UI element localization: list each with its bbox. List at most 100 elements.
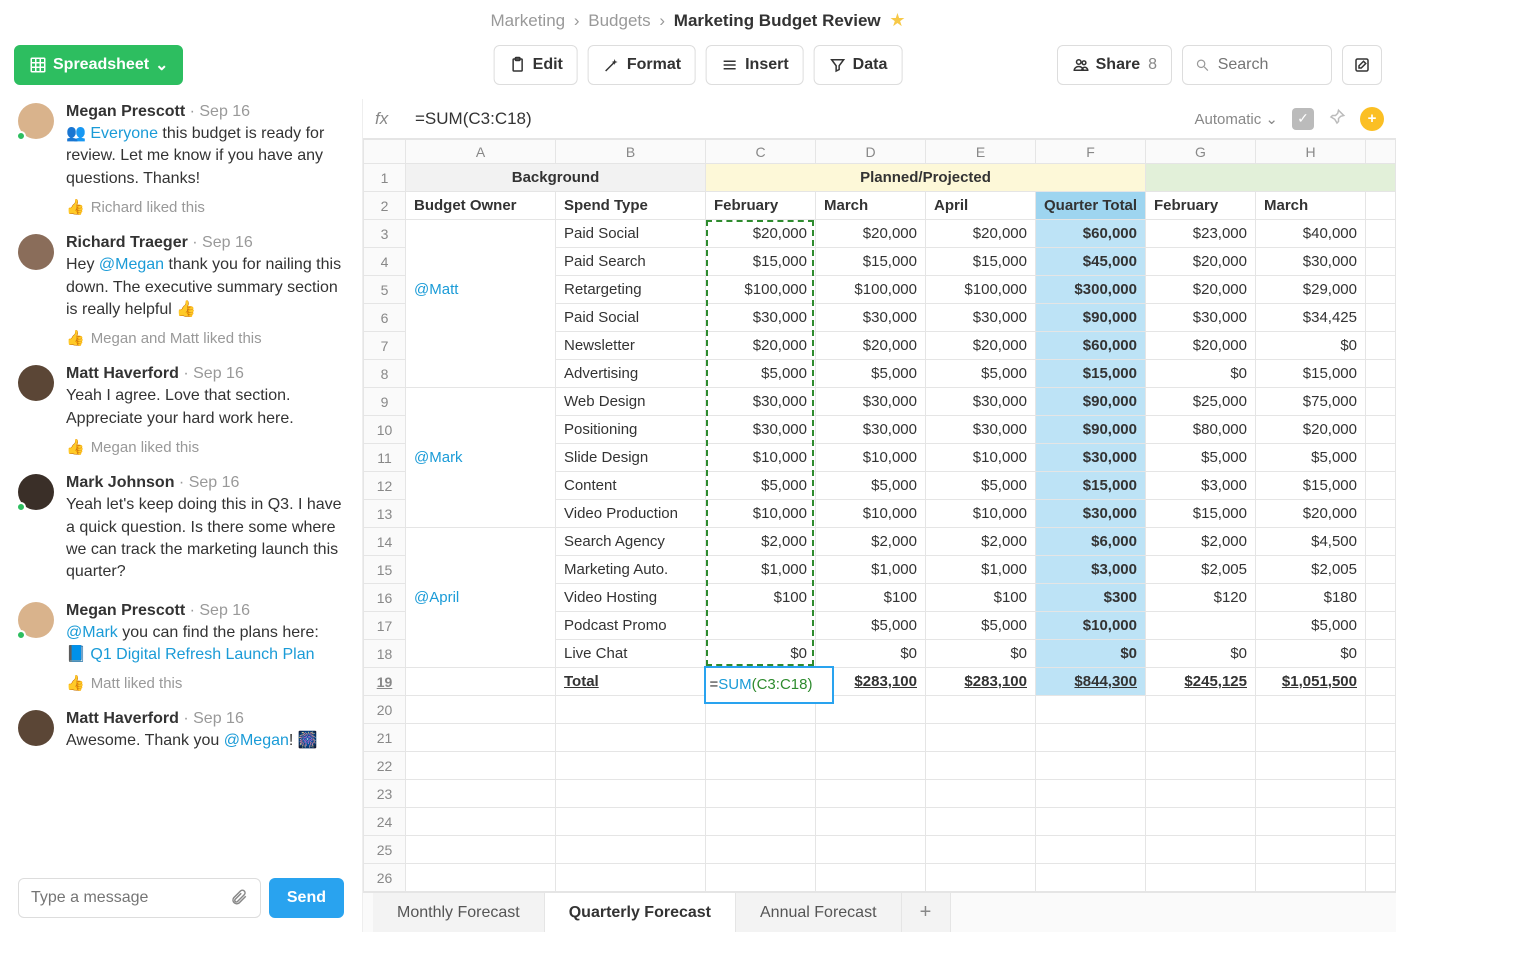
- cell[interactable]: [1366, 472, 1396, 500]
- cell[interactable]: [556, 864, 706, 892]
- cell[interactable]: [1256, 864, 1366, 892]
- cell[interactable]: [1036, 752, 1146, 780]
- spreadsheet-dropdown[interactable]: Spreadsheet ⌄: [14, 45, 183, 85]
- cell[interactable]: $2,005: [1146, 556, 1256, 584]
- cell[interactable]: $1,000: [816, 556, 926, 584]
- cell[interactable]: $10,000: [706, 500, 816, 528]
- cell[interactable]: [556, 696, 706, 724]
- cell[interactable]: $20,000: [706, 220, 816, 248]
- cell[interactable]: [1256, 752, 1366, 780]
- owner-cell[interactable]: [406, 472, 556, 500]
- cell[interactable]: $0: [1146, 360, 1256, 388]
- cell[interactable]: $20,000: [1146, 332, 1256, 360]
- quarter-total-cell[interactable]: $90,000: [1036, 388, 1146, 416]
- cell[interactable]: $0: [1256, 332, 1366, 360]
- tab-add[interactable]: +: [902, 893, 951, 932]
- cell[interactable]: [816, 752, 926, 780]
- owner-cell[interactable]: @Matt: [406, 276, 556, 304]
- column-subheader[interactable]: March: [816, 192, 926, 220]
- cell[interactable]: [706, 780, 816, 808]
- section-header[interactable]: Planned/Projected: [706, 164, 1146, 192]
- cell[interactable]: [1256, 780, 1366, 808]
- owner-cell[interactable]: [406, 500, 556, 528]
- col-header[interactable]: F: [1036, 140, 1146, 164]
- likes-line[interactable]: 👍 Megan liked this: [66, 438, 344, 456]
- cell[interactable]: $5,000: [926, 360, 1036, 388]
- cell[interactable]: [816, 864, 926, 892]
- cell[interactable]: $245,125: [1146, 668, 1256, 696]
- cell[interactable]: $2,000: [1146, 528, 1256, 556]
- cell[interactable]: [1366, 752, 1396, 780]
- cell[interactable]: $180: [1256, 584, 1366, 612]
- mention[interactable]: 👥 Everyone: [66, 125, 158, 142]
- search-input[interactable]: [1218, 56, 1319, 74]
- spend-type-cell[interactable]: Advertising: [556, 360, 706, 388]
- owner-cell[interactable]: [406, 388, 556, 416]
- cell[interactable]: [556, 808, 706, 836]
- cell[interactable]: $30,000: [926, 304, 1036, 332]
- mention[interactable]: @Megan: [99, 256, 164, 273]
- cell[interactable]: [926, 836, 1036, 864]
- cell[interactable]: $5,000: [816, 612, 926, 640]
- pin-icon[interactable]: [1328, 108, 1346, 130]
- cell[interactable]: $283,100: [926, 668, 1036, 696]
- cell[interactable]: [1366, 416, 1396, 444]
- owner-cell[interactable]: [406, 304, 556, 332]
- cell[interactable]: $0: [1256, 640, 1366, 668]
- owner-cell[interactable]: [406, 360, 556, 388]
- owner-mention[interactable]: @Matt: [414, 281, 458, 298]
- cell[interactable]: [1036, 864, 1146, 892]
- cell[interactable]: $20,000: [1256, 500, 1366, 528]
- msg-author[interactable]: Matt Haverford: [66, 365, 179, 382]
- cell[interactable]: [816, 836, 926, 864]
- row-header[interactable]: 7: [364, 332, 406, 360]
- cell[interactable]: [1366, 248, 1396, 276]
- cell[interactable]: [1256, 724, 1366, 752]
- avatar[interactable]: [18, 710, 54, 746]
- row-header[interactable]: 22: [364, 752, 406, 780]
- cell[interactable]: [926, 696, 1036, 724]
- cell[interactable]: $10,000: [706, 444, 816, 472]
- owner-cell[interactable]: @Mark: [406, 444, 556, 472]
- cell[interactable]: [1366, 836, 1396, 864]
- owner-mention[interactable]: @Mark: [414, 449, 463, 466]
- owner-cell[interactable]: @April: [406, 584, 556, 612]
- cell[interactable]: [1366, 640, 1396, 668]
- cell[interactable]: $100: [816, 584, 926, 612]
- owner-cell[interactable]: [406, 640, 556, 668]
- cell[interactable]: $1,000: [706, 556, 816, 584]
- row-header[interactable]: 14: [364, 528, 406, 556]
- quarter-total-cell[interactable]: $30,000: [1036, 500, 1146, 528]
- spend-type-cell[interactable]: Newsletter: [556, 332, 706, 360]
- cell[interactable]: [1366, 360, 1396, 388]
- message-input-wrap[interactable]: [18, 878, 261, 918]
- quarter-total-cell[interactable]: $30,000: [1036, 444, 1146, 472]
- spend-type-cell[interactable]: Paid Social: [556, 304, 706, 332]
- row-header[interactable]: 18: [364, 640, 406, 668]
- row-header[interactable]: 8: [364, 360, 406, 388]
- mention[interactable]: @Megan: [224, 732, 289, 749]
- cell[interactable]: [406, 752, 556, 780]
- cell[interactable]: $29,000: [1256, 276, 1366, 304]
- cell[interactable]: $5,000: [926, 472, 1036, 500]
- col-header[interactable]: H: [1256, 140, 1366, 164]
- cell[interactable]: [706, 808, 816, 836]
- cell[interactable]: $0: [816, 640, 926, 668]
- msg-author[interactable]: Megan Prescott: [66, 103, 185, 120]
- cell[interactable]: $5,000: [1146, 444, 1256, 472]
- avatar[interactable]: [18, 602, 54, 638]
- send-button[interactable]: Send: [269, 878, 344, 918]
- avatar[interactable]: [18, 103, 54, 139]
- grid[interactable]: A B C D E F G H 1BackgroundPlanned/Proje…: [363, 139, 1396, 892]
- add-button[interactable]: +: [1360, 107, 1384, 131]
- cell[interactable]: [1366, 696, 1396, 724]
- spend-type-cell[interactable]: Web Design: [556, 388, 706, 416]
- cell[interactable]: [1366, 528, 1396, 556]
- compose-button[interactable]: [1342, 45, 1382, 85]
- row-header[interactable]: 23: [364, 780, 406, 808]
- quarter-total-cell[interactable]: $90,000: [1036, 416, 1146, 444]
- row-header[interactable]: 6: [364, 304, 406, 332]
- calc-mode-dropdown[interactable]: Automatic ⌄: [1195, 110, 1278, 128]
- msg-author[interactable]: Richard Traeger: [66, 234, 188, 251]
- section-header[interactable]: [1146, 164, 1396, 192]
